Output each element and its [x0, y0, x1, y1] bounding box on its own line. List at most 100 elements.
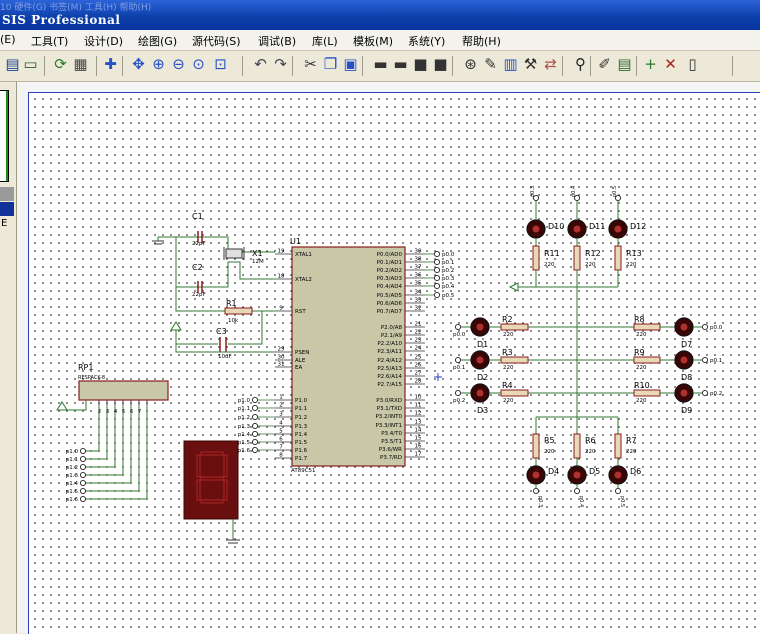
p1-terminal-label: p1.2: [238, 415, 250, 421]
bottom-net-label: p0.5: [619, 496, 625, 507]
resistor-pack: [78, 380, 169, 401]
mcu-pin-number: 2: [279, 403, 283, 409]
resistor-bottom: [614, 433, 622, 459]
bottom-net-label: p0.4: [578, 496, 584, 507]
mcu-pin-name: P0.0/AD0: [377, 252, 403, 258]
resistor-value: 220: [585, 449, 596, 455]
resistor-ref: R9: [634, 348, 645, 357]
wire: [228, 311, 263, 345]
led-bottom-diode: [614, 471, 622, 479]
capacitor-value: 22pF: [192, 241, 206, 247]
mcu-pin-name: P3.7/RD: [380, 455, 402, 461]
mcu-pin-name: EA: [295, 365, 302, 371]
mcu-pin-name: P0.3/AD3: [377, 276, 403, 282]
mcu-pin-number: 36: [415, 273, 422, 279]
mcu-pin-number: 10: [415, 395, 422, 401]
resistor-value: 220: [626, 262, 637, 268]
bottom-net-terminal: [532, 487, 540, 495]
left-net-label: p0.0: [453, 332, 466, 338]
mcu-pin-number: 17: [415, 452, 422, 458]
rp-terminal: [79, 463, 87, 471]
led-ref: D11: [589, 222, 605, 231]
resistor-pack-part: RESPACK-8: [78, 375, 105, 381]
resistor-value: 220: [503, 332, 514, 338]
resistor-value: 220: [585, 262, 596, 268]
mcu-pin-number: 15: [415, 436, 422, 442]
p0-terminal: [433, 282, 441, 290]
resistor-ref: R7: [626, 436, 637, 445]
resistor-ref: R12: [585, 249, 601, 258]
p1-terminal-label: p1.4: [238, 432, 251, 438]
mcu-pin-number: 3: [279, 412, 283, 418]
mcu-pin-name: XTAL2: [295, 277, 312, 283]
right-net-terminal: [701, 356, 709, 364]
crystal-ref: X1: [252, 249, 263, 258]
led-ref: D9: [681, 406, 692, 415]
resistor-value: 220: [544, 262, 555, 268]
right-net-label: p0.2: [710, 391, 722, 397]
mcu-pin-name: P1.1: [295, 406, 307, 412]
led-ref: D10: [548, 222, 564, 231]
wire: [86, 406, 132, 484]
left-net-terminal: [454, 356, 462, 364]
mcu-pin-name: P3.5/T1: [381, 439, 402, 445]
schematic-drawing[interactable]: U1AT89C5119XTAL118XTAL29RST29PSEN30ALE31…: [0, 0, 760, 633]
led-left-diode: [476, 323, 484, 331]
mcu-pin-number: 32: [415, 306, 422, 312]
rp-terminal-label: p1.4: [66, 481, 79, 487]
capacitor-ref: C2: [192, 263, 203, 272]
mcu-pin-number: 16: [415, 444, 422, 450]
led-top-diode: [614, 225, 622, 233]
resistor-value: 10k: [228, 318, 239, 324]
resistor-right: [633, 323, 661, 331]
wire: [175, 330, 218, 345]
led-bottom-diode: [532, 471, 540, 479]
left-net-label: p0.2: [453, 398, 465, 404]
mcu-pin-number: 26: [415, 363, 422, 369]
mcu-pin-number: 37: [415, 265, 422, 271]
top-net-label: p0.3: [530, 186, 536, 197]
power-symbol: [170, 321, 182, 331]
mcu-pin-number: 34: [415, 290, 422, 296]
mcu-pin-name: P3.1/TXD: [377, 406, 402, 412]
rp-terminal-label: p1.3: [66, 473, 79, 479]
mcu-pin-number: 9: [279, 306, 283, 312]
p0-terminal-label: p0.0: [442, 252, 455, 258]
mcu-pin-name: P2.4/A12: [377, 358, 402, 364]
p1-terminal-label: p1.5: [238, 440, 251, 446]
resistor-pack-pin-number: 5: [122, 409, 125, 415]
mcu-pin-number: 30: [278, 355, 285, 361]
mcu-pin-number: 6: [279, 437, 283, 443]
top-net-label: p0.5: [612, 186, 618, 197]
mcu-pin-number: 8: [279, 453, 283, 459]
resistor-value: 220: [636, 365, 647, 371]
led-right-diode: [680, 356, 688, 364]
mcu-pin-name: PSEN: [295, 350, 309, 356]
p0-terminal-label: p0.5: [442, 293, 455, 299]
mcu-pin-name: P1.7: [295, 456, 308, 462]
led-ref: D12: [630, 222, 646, 231]
rp-terminal: [79, 495, 87, 503]
mcu-part: AT89C51: [291, 468, 316, 474]
resistor-top: [614, 245, 622, 271]
wire: [176, 261, 275, 288]
led-ref: D7: [681, 340, 692, 349]
resistor-pack-ref: RP1: [78, 363, 93, 372]
p1-terminal: [251, 422, 259, 430]
p1-terminal-label: p1.6: [238, 448, 251, 454]
resistor-value: 220: [544, 449, 555, 455]
led-ref: D5: [589, 467, 600, 476]
p0-terminal-label: p0.3: [442, 276, 455, 282]
mcu-pin-number: 21: [415, 322, 422, 328]
mcu-pin-number: 5: [279, 429, 283, 435]
mcu-pin-name: P0.5/AD5: [377, 293, 403, 299]
bottom-net-label: p0.3: [537, 496, 543, 507]
resistor-left: [500, 323, 529, 331]
resistor-pack-pin-number: 2: [98, 409, 101, 415]
resistor-right: [633, 389, 661, 397]
resistor-bottom: [532, 433, 540, 459]
capacitor-value: 10uF: [218, 354, 232, 360]
resistor-pack-pin-number: 3: [106, 409, 109, 415]
wire: [86, 406, 116, 468]
wire: [86, 406, 124, 476]
